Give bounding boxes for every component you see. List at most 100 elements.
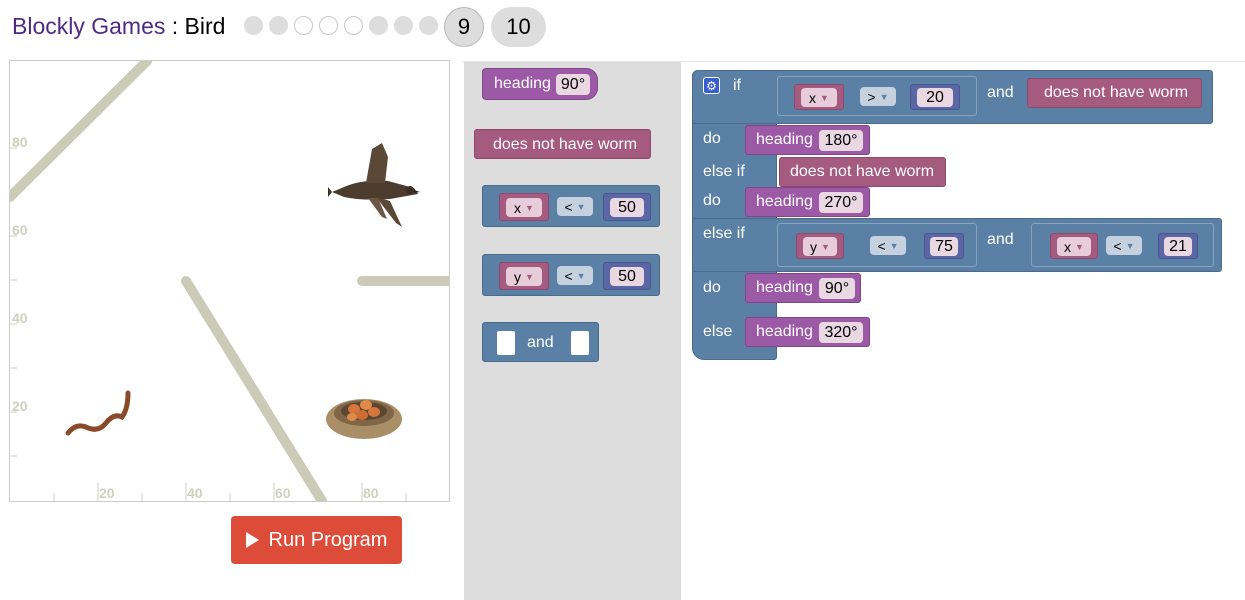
dropdown-arrow-icon: ▼ xyxy=(821,241,830,252)
no-worm-block-1[interactable]: does not have worm xyxy=(1027,78,1202,108)
number-field[interactable]: 75 xyxy=(930,237,958,256)
level-dot-5[interactable] xyxy=(344,16,363,35)
x-variable-dropdown[interactable]: x ▼ xyxy=(801,88,837,107)
nest-sprite xyxy=(326,399,402,439)
dropdown-arrow-icon: ▼ xyxy=(1075,241,1084,252)
y-tick-40: 40 xyxy=(12,310,28,326)
dropdown-arrow-icon: ▼ xyxy=(879,91,889,102)
gear-icon[interactable]: ⚙ xyxy=(703,77,720,94)
number-field[interactable]: 50 xyxy=(610,267,644,286)
dropdown-arrow-icon: ▼ xyxy=(820,92,829,103)
dropdown-arrow-icon: ▼ xyxy=(576,201,586,212)
heading-angle-field[interactable]: 180° xyxy=(819,130,863,151)
else-if-label-1: else if xyxy=(703,163,745,180)
heading-block-label: heading xyxy=(494,75,551,92)
toolbox-compare-x-block[interactable]: x ▼ < ▼ 50 xyxy=(482,185,660,227)
toolbox-and-block[interactable]: and xyxy=(482,322,599,362)
heading-block-3[interactable]: heading 90° xyxy=(745,273,861,303)
number-field[interactable]: 50 xyxy=(610,198,644,217)
level-dot-7[interactable] xyxy=(394,16,413,35)
x-variable-block[interactable]: x ▼ xyxy=(499,193,549,221)
compare-block-1[interactable]: x ▼ > ▼ 20 xyxy=(777,76,977,116)
level-dot-2[interactable] xyxy=(269,16,288,35)
number-field[interactable]: 21 xyxy=(1164,237,1192,256)
compare-op-dropdown[interactable]: < ▼ xyxy=(557,266,593,285)
level-dot-1[interactable] xyxy=(244,16,263,35)
x-variable-block[interactable]: x ▼ xyxy=(794,84,844,110)
y-variable-block[interactable]: y ▼ xyxy=(499,262,549,290)
no-worm-block-2[interactable]: does not have worm xyxy=(779,157,946,187)
y-variable-block[interactable]: y ▼ xyxy=(796,233,844,259)
y-var-text: y xyxy=(514,268,522,285)
compare-op-dropdown[interactable]: < ▼ xyxy=(1106,236,1142,255)
x-variable-dropdown[interactable]: x ▼ xyxy=(1057,237,1091,256)
compare-op-dropdown[interactable]: > ▼ xyxy=(860,87,896,106)
y-tick-20: 20 xyxy=(12,398,28,414)
compare-op-dropdown[interactable]: < ▼ xyxy=(870,236,906,255)
compare-block-2[interactable]: y ▼ < ▼ 75 xyxy=(777,223,977,267)
heading-angle-field[interactable]: 320° xyxy=(819,322,863,343)
title-separator: : xyxy=(165,13,185,39)
op-text: > xyxy=(867,88,876,105)
block-workspace: ⚙ if x ▼ > ▼ 20 and does not have worm do … xyxy=(681,62,1245,600)
no-worm-label: does not have worm xyxy=(1044,84,1189,101)
toolbox-compare-y-block[interactable]: y ▼ < ▼ 50 xyxy=(482,254,660,296)
heading-label: heading xyxy=(756,131,813,148)
heading-block-2[interactable]: heading 270° xyxy=(745,187,870,217)
level-button-next[interactable]: 10 xyxy=(491,7,546,47)
number-block[interactable]: 50 xyxy=(603,262,651,290)
op-text: < xyxy=(564,198,573,215)
x-tick-60: 60 xyxy=(275,485,291,501)
y-variable-dropdown[interactable]: y ▼ xyxy=(506,267,542,286)
x-variable-dropdown[interactable]: x ▼ xyxy=(506,198,542,217)
toolbox-heading-block[interactable]: heading 90° xyxy=(482,68,598,100)
x-tick-40: 40 xyxy=(187,485,203,501)
dropdown-arrow-icon: ▼ xyxy=(525,202,534,213)
level-dot-8[interactable] xyxy=(419,16,438,35)
app-name-link[interactable]: Blockly Games xyxy=(12,13,165,39)
game-canvas: 80 60 40 20 20 40 60 80 xyxy=(9,60,450,502)
no-worm-label: does not have worm xyxy=(493,136,638,153)
number-block[interactable]: 21 xyxy=(1158,233,1198,259)
compare-block-3[interactable]: x ▼ < ▼ 21 xyxy=(1031,223,1214,267)
y-tick-80: 80 xyxy=(12,134,28,150)
run-program-label: Run Program xyxy=(268,528,388,551)
game-name: Bird xyxy=(184,13,226,39)
heading-angle-field[interactable]: 270° xyxy=(819,192,863,213)
dropdown-arrow-icon: ▼ xyxy=(1125,240,1135,251)
heading-block-1[interactable]: heading 180° xyxy=(745,125,870,155)
heading-block-4[interactable]: heading 320° xyxy=(745,317,870,347)
x-tick-80: 80 xyxy=(363,485,379,501)
bird-sprite xyxy=(328,143,420,227)
y-tick-60: 60 xyxy=(12,222,28,238)
level-button-current[interactable]: 9 xyxy=(444,7,484,47)
var-text: x xyxy=(1064,238,1072,255)
x-variable-block[interactable]: x ▼ xyxy=(1050,233,1098,259)
and-right-slot[interactable] xyxy=(571,331,589,355)
toolbox-no-worm-block[interactable]: does not have worm xyxy=(474,129,651,159)
op-text: < xyxy=(1113,237,1122,254)
number-block[interactable]: 20 xyxy=(910,84,960,110)
block-toolbox: heading 90° does not have worm x ▼ < ▼ 50 … xyxy=(464,62,681,600)
dropdown-arrow-icon: ▼ xyxy=(576,270,586,281)
number-block[interactable]: 75 xyxy=(924,233,964,259)
and-left-slot[interactable] xyxy=(497,331,515,355)
level-dot-6[interactable] xyxy=(369,16,388,35)
and-label: and xyxy=(527,334,554,351)
x-tick-20: 20 xyxy=(99,485,115,501)
compare-op-dropdown[interactable]: < ▼ xyxy=(557,197,593,216)
heading-angle-field[interactable]: 90° xyxy=(819,278,855,299)
do-label-1: do xyxy=(703,130,721,147)
heading-angle-field[interactable]: 90° xyxy=(556,74,590,95)
run-program-button[interactable]: Run Program xyxy=(231,516,402,564)
and-label-1: and xyxy=(987,84,1014,101)
y-variable-dropdown[interactable]: y ▼ xyxy=(803,237,837,256)
number-field[interactable]: 20 xyxy=(917,88,953,107)
level-dot-4[interactable] xyxy=(319,16,338,35)
x-var-text: x xyxy=(514,199,522,216)
wall-diagonal xyxy=(181,276,327,501)
number-block[interactable]: 50 xyxy=(603,193,651,221)
heading-label: heading xyxy=(756,279,813,296)
level-dot-3[interactable] xyxy=(294,16,313,35)
play-icon xyxy=(245,532,259,548)
